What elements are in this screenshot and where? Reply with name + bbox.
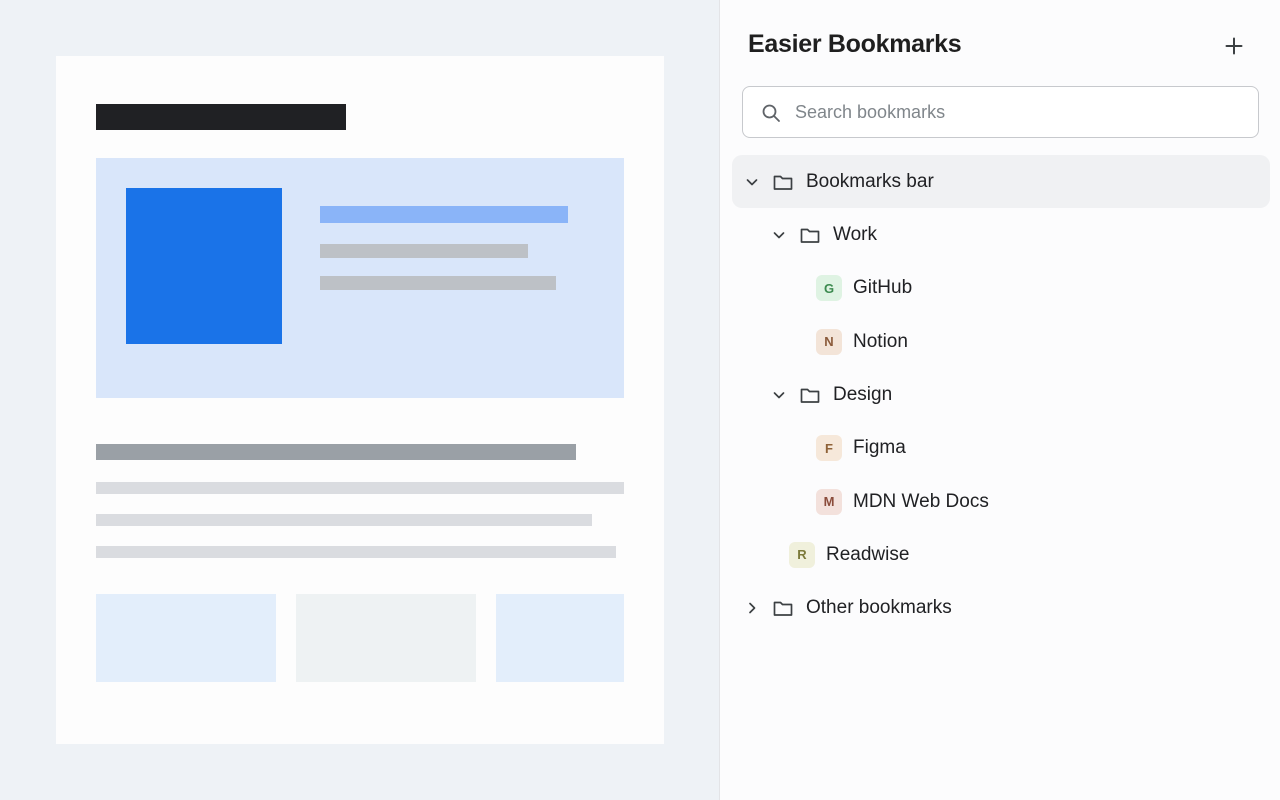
figma-favicon: F [816, 435, 842, 462]
hero-image-placeholder [126, 188, 282, 344]
folder-icon [773, 601, 793, 617]
folder-row-design[interactable]: Design [732, 368, 1270, 421]
bookmark-row-github[interactable]: G GitHub [732, 262, 1270, 315]
paragraph-line-placeholder [96, 546, 616, 558]
paragraph-line-placeholder [96, 482, 624, 494]
search-box[interactable] [742, 86, 1259, 138]
github-favicon: G [816, 275, 842, 302]
bookmark-label: Notion [853, 330, 908, 352]
chevron-down-icon[interactable] [741, 171, 763, 193]
readwise-favicon: R [789, 541, 815, 568]
hero-text-line-placeholder [320, 244, 528, 258]
content-tile-placeholder [296, 594, 476, 682]
bookmark-row-notion[interactable]: N Notion [732, 315, 1270, 368]
folder-icon [800, 228, 820, 243]
chevron-right-icon[interactable] [741, 597, 763, 619]
bookmarks-side-panel: Easier Bookmarks Bookmarks bar [719, 0, 1280, 800]
section-heading-placeholder [96, 444, 576, 460]
folder-icon [773, 175, 793, 190]
hero-headline-placeholder [320, 206, 568, 223]
folder-row-work[interactable]: Work [732, 208, 1270, 261]
folder-label: Design [833, 383, 893, 405]
notion-favicon: N [816, 328, 842, 355]
page-title-placeholder [96, 104, 346, 130]
content-tile-placeholder [496, 594, 624, 682]
bookmark-row-figma[interactable]: F Figma [732, 422, 1270, 475]
mdn-favicon: M [816, 488, 842, 515]
content-tile-placeholder [96, 594, 276, 682]
bookmark-label: Readwise [826, 543, 910, 565]
page-content-card [56, 56, 664, 744]
bookmark-label: GitHub [853, 277, 913, 299]
search-icon [762, 104, 780, 122]
hero-text-line-placeholder [320, 276, 556, 290]
paragraph-line-placeholder [96, 514, 592, 526]
bookmark-tree: Bookmarks bar Work G GitHub N Notion Des… [732, 155, 1270, 635]
folder-row-bookmarks-bar[interactable]: Bookmarks bar [732, 155, 1270, 209]
chevron-down-icon[interactable] [768, 224, 790, 246]
chevron-down-icon[interactable] [768, 384, 790, 406]
folder-label: Work [833, 223, 877, 245]
folder-label: Other bookmarks [806, 597, 952, 619]
folder-icon [800, 388, 820, 403]
web-page-preview [0, 0, 720, 800]
folder-label: Bookmarks bar [806, 170, 934, 192]
panel-title: Easier Bookmarks [748, 30, 962, 58]
plus-icon [1225, 37, 1243, 55]
folder-row-other-bookmarks[interactable]: Other bookmarks [732, 582, 1270, 635]
bookmark-row-mdn-web-docs[interactable]: M MDN Web Docs [732, 475, 1270, 528]
search-input[interactable] [795, 87, 1245, 137]
bookmark-label: MDN Web Docs [853, 490, 989, 512]
bookmark-label: Figma [853, 437, 906, 459]
bookmark-row-readwise[interactable]: R Readwise [732, 528, 1270, 581]
hero-section-placeholder [96, 158, 624, 398]
add-bookmark-button[interactable] [1216, 28, 1252, 64]
